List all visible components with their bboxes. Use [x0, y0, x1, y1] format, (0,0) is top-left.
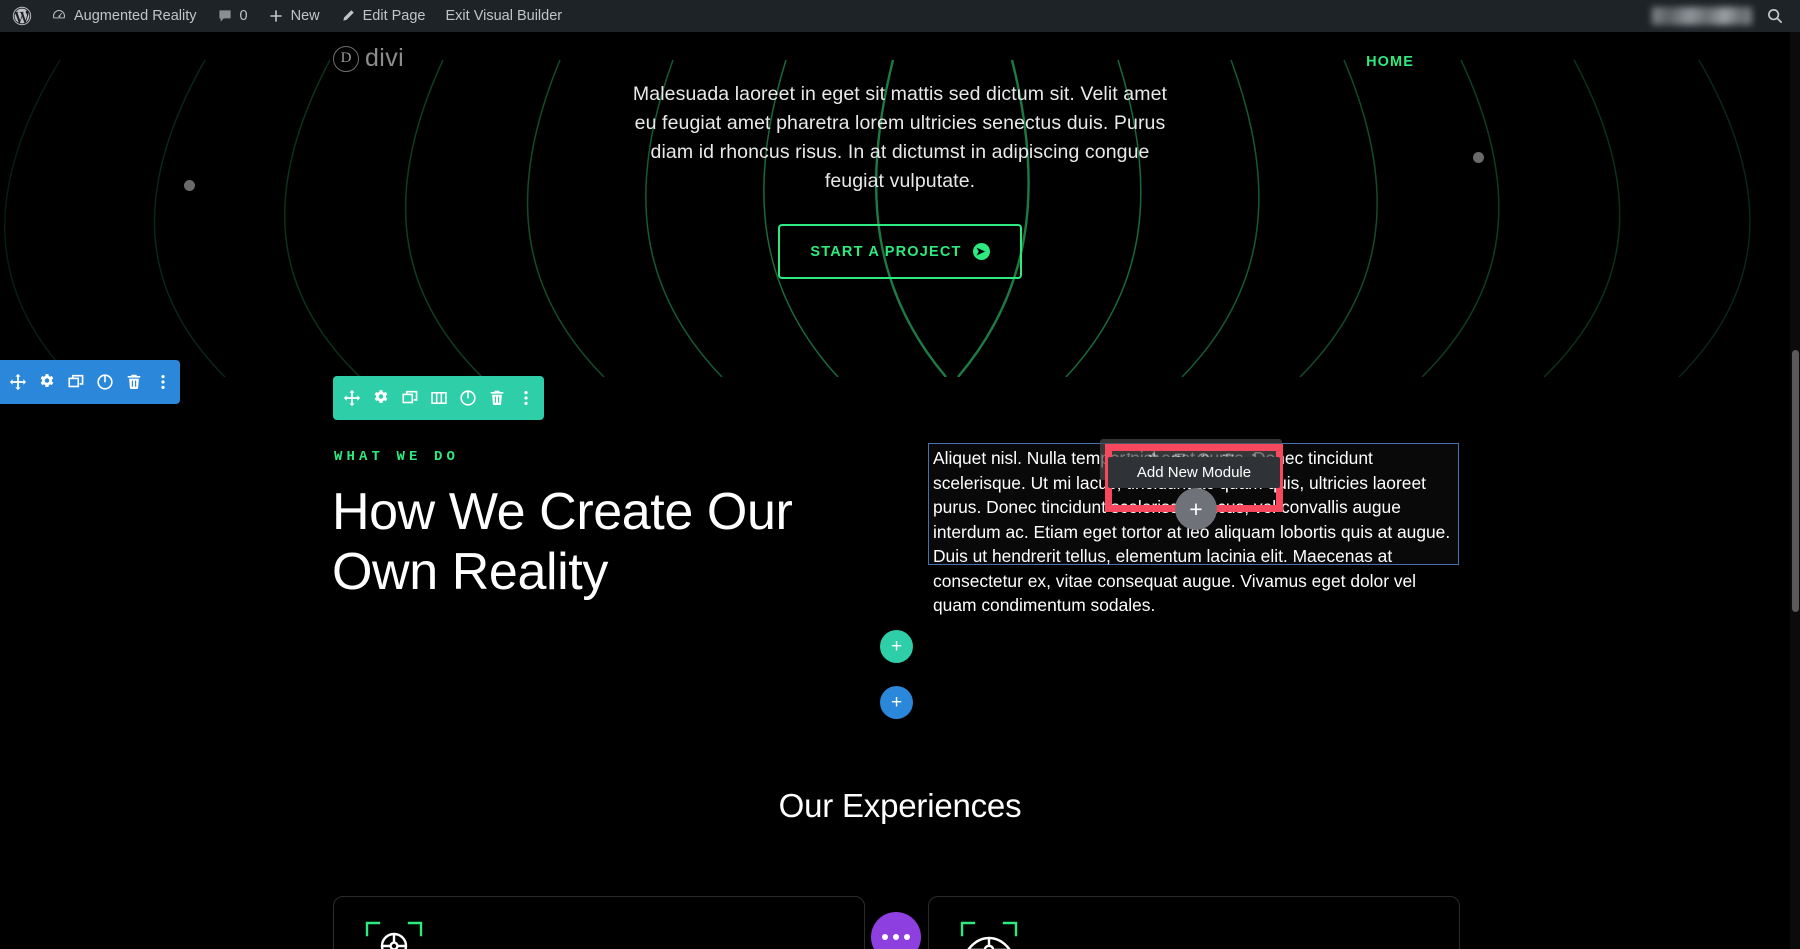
row-toolbar[interactable]	[333, 376, 544, 420]
experience-card[interactable]	[928, 896, 1460, 949]
row-move-button[interactable]	[337, 376, 366, 420]
hero-paragraph-block: Malesuada laoreet in eget sit mattis sed…	[0, 80, 1800, 196]
admin-bar-account-redacted[interactable]	[1652, 7, 1752, 25]
nav-item-home[interactable]: HOME	[1360, 32, 1420, 92]
section-disable-button[interactable]	[90, 360, 119, 404]
hero-paragraph: Malesuada laoreet in eget sit mattis sed…	[632, 83, 1168, 192]
section-delete-button[interactable]	[119, 360, 148, 404]
site-nav: HOME	[0, 32, 1800, 92]
admin-bar-site-name-label: Augmented Reality	[74, 8, 197, 24]
section-settings-button[interactable]	[32, 360, 61, 404]
divi-visual-builder-screen: Augmented Reality 0 New Edit Page Exit V…	[0, 0, 1800, 949]
row-more-button[interactable]	[511, 376, 540, 420]
experiences-more-button[interactable]	[871, 912, 921, 949]
site-header: D divi HOME	[0, 32, 1800, 90]
add-new-module-button[interactable]: +	[1175, 488, 1217, 530]
admin-bar-new-label: New	[290, 8, 320, 24]
admin-bar-exit-builder-label: Exit Visual Builder	[445, 8, 563, 24]
wordpress-admin-bar: Augmented Reality 0 New Edit Page Exit V…	[0, 0, 1800, 32]
page-scrollbar[interactable]	[1790, 32, 1800, 949]
section-more-button[interactable]	[148, 360, 177, 404]
row-duplicate-button[interactable]	[395, 376, 424, 420]
admin-bar-item-site-name[interactable]: Augmented Reality	[41, 0, 207, 32]
start-a-project-button[interactable]: START A PROJECT ➤	[778, 224, 1022, 279]
section-eyebrow-label: WHAT WE DO	[334, 449, 460, 465]
section-toolbar[interactable]	[0, 360, 180, 404]
dashboard-icon	[51, 8, 67, 24]
more-horizontal-icon	[893, 934, 899, 940]
experiences-title: Our Experiences	[778, 787, 1022, 824]
row-disable-button[interactable]	[453, 376, 482, 420]
ar-eye-icon	[960, 921, 1018, 949]
admin-bar-item-new[interactable]: New	[258, 0, 330, 32]
plus-icon: +	[1189, 495, 1203, 522]
more-horizontal-icon	[904, 934, 910, 940]
scrollbar-thumb[interactable]	[1792, 350, 1799, 612]
wordpress-logo-button[interactable]	[0, 0, 41, 32]
plus-icon: +	[890, 691, 903, 713]
start-a-project-label: START A PROJECT	[810, 243, 962, 260]
admin-bar-comments-count: 0	[239, 8, 248, 24]
visual-builder-canvas: D divi HOME Malesuada laoreet in eget si…	[0, 32, 1800, 949]
admin-bar-search-button[interactable]	[1758, 0, 1792, 32]
admin-bar-item-edit-page[interactable]: Edit Page	[330, 0, 436, 32]
comment-bubble-icon	[217, 8, 233, 24]
experience-card[interactable]	[333, 896, 865, 949]
arrow-right-circle-icon: ➤	[972, 243, 990, 260]
admin-bar-item-exit-visual-builder[interactable]: Exit Visual Builder	[436, 0, 573, 32]
section-move-button[interactable]	[3, 360, 32, 404]
pencil-icon	[340, 8, 356, 24]
plus-icon: +	[890, 635, 903, 657]
add-row-button[interactable]: +	[880, 630, 913, 663]
row-delete-button[interactable]	[482, 376, 511, 420]
section-duplicate-button[interactable]	[61, 360, 90, 404]
wordpress-icon	[12, 6, 32, 26]
add-section-button[interactable]: +	[880, 686, 913, 719]
ar-location-pin-icon	[365, 921, 423, 949]
add-new-module-tooltip: Add New Module	[1108, 457, 1280, 488]
row-columns-button[interactable]	[424, 376, 453, 420]
search-icon	[1766, 7, 1784, 25]
admin-bar-edit-page-label: Edit Page	[362, 8, 426, 24]
plus-icon	[268, 8, 284, 24]
more-horizontal-icon	[882, 934, 888, 940]
admin-bar-item-comments[interactable]: 0	[207, 0, 258, 32]
hero-cta-wrapper: START A PROJECT ➤	[0, 224, 1800, 279]
row-settings-button[interactable]	[366, 376, 395, 420]
section-heading: How We Create Our Own Reality	[332, 483, 793, 601]
